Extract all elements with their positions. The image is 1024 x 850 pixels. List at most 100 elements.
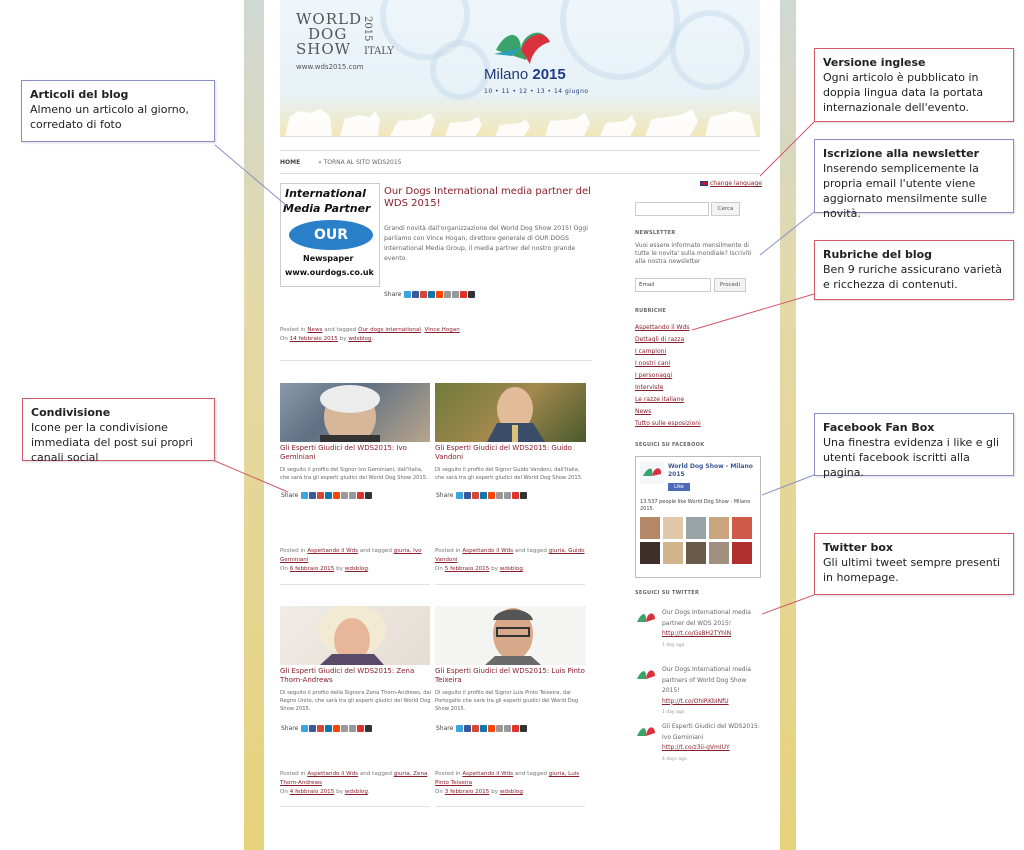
- twitter-share-icon[interactable]: [301, 725, 309, 732]
- linkedin-share-icon[interactable]: [428, 291, 436, 298]
- facebook-share-icon[interactable]: [412, 291, 420, 298]
- reddit-share-icon[interactable]: [488, 725, 496, 732]
- meta-author-link[interactable]: wdsblog: [345, 566, 368, 572]
- fan-avatar[interactable]: [663, 517, 683, 539]
- meta-date-link[interactable]: 4 febbraio 2015: [290, 789, 335, 795]
- facebook-share-icon[interactable]: [309, 725, 317, 732]
- reddit-share-icon[interactable]: [488, 492, 496, 499]
- search-button[interactable]: Cerca: [711, 202, 740, 216]
- digg-share-icon[interactable]: [444, 291, 452, 298]
- fan-avatar[interactable]: [709, 517, 729, 539]
- post-image-luis-pinto-teixeira[interactable]: [435, 606, 586, 665]
- sidebar-search-input[interactable]: [635, 202, 709, 216]
- meta-date-link[interactable]: 14 febbraio 2015: [290, 336, 338, 342]
- reddit-share-icon[interactable]: [333, 492, 341, 499]
- linkedin-share-icon[interactable]: [325, 492, 333, 499]
- email-share-icon[interactable]: [357, 492, 365, 499]
- meta-date-link[interactable]: 3 febbraio 2015: [445, 789, 490, 795]
- change-language-link[interactable]: change language: [700, 180, 762, 187]
- nav-back-to-site-link[interactable]: « TORNA AL SITO WDS2015: [318, 159, 402, 166]
- meta-date-link[interactable]: 5 febbraio 2015: [445, 566, 490, 572]
- stumble-share-icon[interactable]: [452, 291, 460, 298]
- fan-avatar[interactable]: [732, 542, 752, 564]
- rubrica-link[interactable]: Tutto sulle esposizioni: [635, 420, 701, 427]
- meta-category-link[interactable]: Aspettando il Wds: [307, 548, 358, 554]
- reddit-share-icon[interactable]: [333, 725, 341, 732]
- twitter-share-icon[interactable]: [301, 492, 309, 499]
- google-plus-share-icon[interactable]: [420, 291, 428, 298]
- google-plus-share-icon[interactable]: [317, 725, 325, 732]
- meta-author-link[interactable]: wdsblog: [345, 789, 368, 795]
- email-share-icon[interactable]: [512, 725, 520, 732]
- meta-category-link[interactable]: Aspettando il Wds: [462, 548, 513, 554]
- facebook-like-button[interactable]: Like: [668, 483, 690, 491]
- change-language-label[interactable]: change language: [710, 180, 762, 187]
- tweet-time[interactable]: 1 day ago: [662, 710, 684, 715]
- fan-avatar[interactable]: [732, 517, 752, 539]
- meta-author-link[interactable]: wdsblog: [500, 566, 523, 572]
- stumble-share-icon[interactable]: [349, 492, 357, 499]
- newsletter-submit-button[interactable]: Procedi: [714, 278, 746, 292]
- linkedin-share-icon[interactable]: [480, 492, 488, 499]
- featured-article-image[interactable]: International Media Partner OUR DOGS New…: [280, 183, 380, 287]
- email-share-icon[interactable]: [357, 725, 365, 732]
- featured-article-title[interactable]: Our Dogs International media partner del…: [384, 186, 604, 210]
- rubrica-link[interactable]: Dettagli di razza: [635, 336, 684, 343]
- fan-avatar[interactable]: [686, 517, 706, 539]
- twitter-share-icon[interactable]: [404, 291, 412, 298]
- digg-share-icon[interactable]: [341, 492, 349, 499]
- twitter-share-icon[interactable]: [456, 492, 464, 499]
- post-image-zena-thorn-andrews[interactable]: [280, 606, 430, 665]
- linkedin-share-icon[interactable]: [480, 725, 488, 732]
- google-plus-share-icon[interactable]: [472, 492, 480, 499]
- fan-avatar[interactable]: [640, 517, 660, 539]
- rubrica-link[interactable]: Aspettando il Wds: [635, 324, 689, 331]
- digg-share-icon[interactable]: [496, 492, 504, 499]
- rubrica-link[interactable]: I campioni: [635, 348, 666, 355]
- meta-category-link[interactable]: Aspettando il Wds: [462, 771, 513, 777]
- linkedin-share-icon[interactable]: [325, 725, 333, 732]
- meta-tag-link[interactable]: Vince Hogan: [425, 327, 460, 333]
- tweet-time[interactable]: 1 day ago: [662, 643, 684, 648]
- post-title[interactable]: Gli Esperti Giudici del WDS2015: Guido V…: [435, 444, 587, 462]
- stumble-share-icon[interactable]: [504, 725, 512, 732]
- post-title[interactable]: Gli Esperti Giudici del WDS2015: Ivo Gem…: [280, 444, 432, 462]
- digg-share-icon[interactable]: [341, 725, 349, 732]
- post-image-ivo-geminiani[interactable]: [280, 383, 430, 442]
- post-title[interactable]: Gli Esperti Giudici del WDS2015: Zena Th…: [280, 667, 432, 685]
- delicious-share-icon[interactable]: [365, 492, 373, 499]
- delicious-share-icon[interactable]: [520, 725, 528, 732]
- fan-avatar[interactable]: [709, 542, 729, 564]
- nav-home-link[interactable]: HOME: [280, 159, 300, 166]
- meta-author-link[interactable]: wdsblog: [500, 789, 523, 795]
- rubrica-link[interactable]: Le razze italiane: [635, 396, 684, 403]
- delicious-share-icon[interactable]: [365, 725, 373, 732]
- meta-author-link[interactable]: wdsblog: [348, 336, 371, 342]
- meta-date-link[interactable]: 6 febbraio 2015: [290, 566, 335, 572]
- stumble-share-icon[interactable]: [349, 725, 357, 732]
- post-title[interactable]: Gli Esperti Giudici del WDS2015: Luis Pi…: [435, 667, 587, 685]
- fan-avatar[interactable]: [686, 542, 706, 564]
- twitter-share-icon[interactable]: [456, 725, 464, 732]
- header-banner[interactable]: WORLD DOG SHOW 2015 ITALY www.wds2015.co…: [280, 0, 760, 137]
- email-share-icon[interactable]: [460, 291, 468, 298]
- email-share-icon[interactable]: [512, 492, 520, 499]
- delicious-share-icon[interactable]: [520, 492, 528, 499]
- fan-avatar[interactable]: [663, 542, 683, 564]
- reddit-share-icon[interactable]: [436, 291, 444, 298]
- rubrica-link[interactable]: Interviste: [635, 384, 663, 391]
- meta-category-link[interactable]: News: [307, 327, 322, 333]
- google-plus-share-icon[interactable]: [472, 725, 480, 732]
- rubrica-link[interactable]: I personaggi: [635, 372, 672, 379]
- tweet-link[interactable]: http://t.co/GsBH2TYhlN: [662, 630, 731, 637]
- meta-tag-link[interactable]: Our dogs international: [358, 327, 421, 333]
- meta-category-link[interactable]: Aspettando il Wds: [307, 771, 358, 777]
- tweet-link[interactable]: http://t.co/z3ii-gVmIUY: [662, 744, 730, 751]
- delicious-share-icon[interactable]: [468, 291, 476, 298]
- facebook-share-icon[interactable]: [464, 492, 472, 499]
- tweet-link[interactable]: http://t.co/OhIRKbINfU: [662, 698, 729, 705]
- rubrica-link[interactable]: News: [635, 408, 651, 415]
- post-image-guido-vandoni[interactable]: [435, 383, 586, 442]
- rubrica-link[interactable]: I nostri cani: [635, 360, 670, 367]
- stumble-share-icon[interactable]: [504, 492, 512, 499]
